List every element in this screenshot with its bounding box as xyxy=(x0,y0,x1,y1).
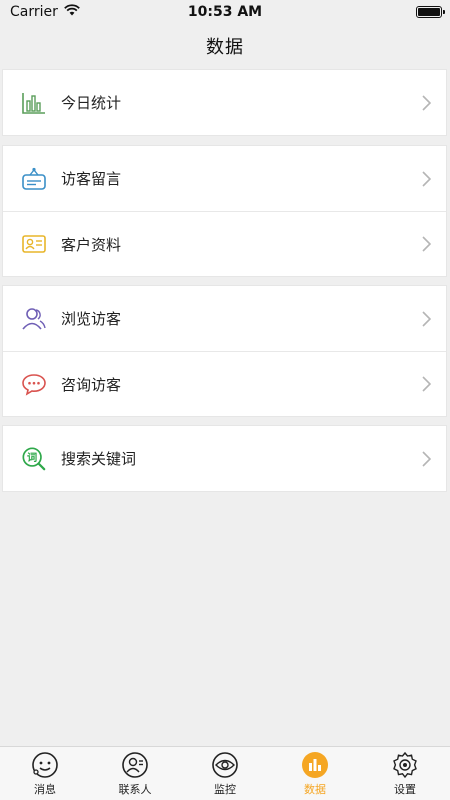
tab-label: 设置 xyxy=(394,783,416,796)
tab-label: 消息 xyxy=(34,783,56,796)
bar-chart-icon xyxy=(21,90,47,116)
battery-icon xyxy=(416,6,445,18)
chevron-right-icon xyxy=(420,170,432,188)
menu-group-statistics: 今日统计 xyxy=(2,69,447,136)
carrier-label: Carrier xyxy=(10,4,58,20)
tab-messages[interactable]: 消息 xyxy=(5,751,85,797)
tab-contacts[interactable]: 联系人 xyxy=(95,751,175,797)
chevron-right-icon xyxy=(420,375,432,393)
chevron-right-icon xyxy=(420,310,432,328)
chevron-right-icon xyxy=(420,94,432,112)
wifi-icon xyxy=(64,4,80,20)
tab-data[interactable]: 数据 xyxy=(275,751,355,797)
menu-item-browsing-visitors[interactable]: 浏览访客 xyxy=(3,286,446,351)
id-card-icon xyxy=(21,231,47,257)
page-title: 数据 xyxy=(206,37,244,58)
menu-group-visitors: 浏览访客 咨询访客 xyxy=(2,285,447,417)
data-bars-icon xyxy=(301,751,329,779)
menu-item-today-stats[interactable]: 今日统计 xyxy=(3,70,446,135)
menu-item-label: 访客留言 xyxy=(61,170,122,188)
status-left: Carrier xyxy=(10,4,80,20)
menu-group-keywords: 词 搜索关键词 xyxy=(2,425,447,492)
chat-bubble-icon xyxy=(21,371,47,397)
menu-group-customers: 访客留言 客户资料 xyxy=(2,145,447,277)
tab-monitor[interactable]: 监控 xyxy=(185,751,265,797)
menu-item-consulting-visitors[interactable]: 咨询访客 xyxy=(3,351,446,416)
menu-item-customer-profiles[interactable]: 客户资料 xyxy=(3,211,446,276)
navigation-bar: 数据 xyxy=(0,24,450,68)
menu-item-visitor-messages[interactable]: 访客留言 xyxy=(3,146,446,211)
menu-item-label: 今日统计 xyxy=(61,94,122,112)
chevron-right-icon xyxy=(420,235,432,253)
settings-gear-icon xyxy=(391,751,419,779)
message-face-icon xyxy=(31,751,59,779)
contacts-icon xyxy=(121,751,149,779)
eye-icon xyxy=(211,751,239,779)
menu-item-search-keywords[interactable]: 词 搜索关键词 xyxy=(3,426,446,491)
menu-item-label: 搜索关键词 xyxy=(61,450,137,468)
message-board-icon xyxy=(21,166,47,192)
tab-label: 联系人 xyxy=(118,783,152,796)
keyword-search-icon: 词 xyxy=(21,446,47,472)
chevron-right-icon xyxy=(420,450,432,468)
tab-label: 监控 xyxy=(214,783,236,796)
svg-text:词: 词 xyxy=(27,450,37,463)
menu-item-label: 浏览访客 xyxy=(61,310,122,328)
menu-item-label: 客户资料 xyxy=(61,235,122,254)
tab-label: 数据 xyxy=(304,783,326,796)
visitors-icon xyxy=(21,306,47,332)
tab-bar: 消息 联系人 监控 数据 设置 xyxy=(0,746,450,800)
tab-settings[interactable]: 设置 xyxy=(365,751,445,797)
status-bar: Carrier 10:53 AM xyxy=(0,0,450,24)
menu-item-label: 咨询访客 xyxy=(61,375,122,394)
